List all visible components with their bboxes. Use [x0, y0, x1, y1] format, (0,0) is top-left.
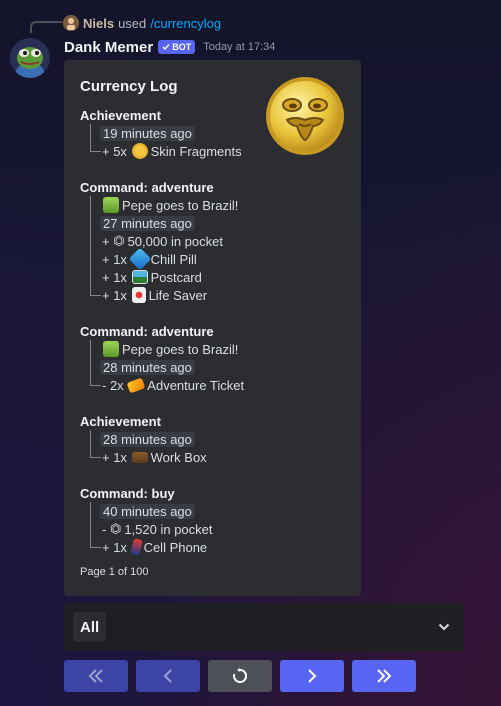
timestamp-tag[interactable]: 19 minutes ago — [100, 125, 195, 141]
line-prefix: + 5x — [102, 143, 127, 159]
pepe-coin-icon[interactable] — [265, 76, 345, 156]
timestamp-tag[interactable]: 28 minutes ago — [100, 359, 195, 375]
item-name: Life Saver — [148, 287, 208, 303]
log-line: + 1x Work Box — [90, 448, 207, 466]
item-name: Work Box — [150, 449, 207, 465]
item-name: Adventure Ticket — [147, 377, 245, 393]
entry-title: Command: adventure — [80, 324, 214, 339]
timestamp-tag[interactable]: 40 minutes ago — [100, 503, 195, 519]
currency-log-embed: Currency Log Achievement 19 minutes ago … — [64, 60, 361, 596]
item-name: Cell Phone — [143, 539, 208, 555]
drink-icon — [103, 197, 119, 213]
embed-footer: Page 1 of 100 — [80, 566, 149, 578]
line-prefix: + 1x — [102, 269, 127, 285]
skin-fragments-icon — [131, 143, 148, 159]
double-chevron-right-icon — [377, 669, 392, 683]
line-prefix: - — [102, 521, 107, 537]
verified-check-icon — [162, 44, 170, 51]
first-page-button[interactable] — [64, 660, 128, 692]
line-prefix: + 1x — [102, 251, 127, 267]
entry-time: 28 minutes ago — [90, 430, 195, 448]
entry-title: Command: buy — [80, 486, 175, 501]
log-line: + 1x Postcard — [90, 268, 202, 286]
item-name: 1,520 in pocket — [124, 521, 213, 537]
log-line: + 1x Cell Phone — [90, 538, 207, 556]
line-prefix: - 2x — [102, 377, 124, 393]
adventure-ticket-icon — [126, 377, 146, 393]
log-line: - 2x Adventure Ticket — [90, 376, 244, 394]
work-box-icon — [131, 451, 148, 463]
coin-icon: ⏣ — [109, 521, 122, 536]
entry-time: 27 minutes ago — [90, 214, 195, 232]
bot-avatar[interactable] — [10, 38, 50, 78]
bot-badge: BOT — [158, 40, 196, 54]
life-saver-icon — [131, 287, 146, 303]
reply-username[interactable]: Niels — [83, 16, 114, 31]
entry-note: Pepe goes to Brazil! — [90, 196, 238, 214]
message-header: Dank Memer BOT Today at 17:34 — [64, 37, 275, 57]
embed-title: Currency Log — [80, 78, 178, 95]
bot-badge-label: BOT — [172, 42, 192, 52]
chevron-down-icon[interactable] — [438, 621, 450, 633]
log-line: - ⏣ 1,520 in pocket — [90, 520, 213, 538]
item-name: Postcard — [150, 269, 202, 285]
line-prefix: + 1x — [102, 287, 127, 303]
drink-icon — [103, 341, 119, 357]
timestamp-tag[interactable]: 27 minutes ago — [100, 215, 195, 231]
refresh-button[interactable] — [208, 660, 272, 692]
select-selected-value[interactable]: All — [73, 612, 107, 642]
user-avatar[interactable] — [63, 15, 79, 31]
entry-note: Pepe goes to Brazil! — [90, 340, 238, 358]
item-name: 50,000 in pocket — [127, 233, 223, 249]
previous-page-button[interactable] — [136, 660, 200, 692]
note-text: Pepe goes to Brazil! — [122, 197, 239, 213]
entry-time: 28 minutes ago — [90, 358, 195, 376]
coin-icon: ⏣ — [113, 233, 125, 248]
filter-select[interactable]: All — [64, 603, 464, 651]
entry-title: Command: adventure — [80, 180, 214, 195]
item-name: Skin Fragments — [150, 143, 242, 159]
line-prefix: + — [102, 233, 110, 249]
line-prefix: + 1x — [102, 539, 127, 555]
bot-name[interactable]: Dank Memer — [64, 39, 153, 56]
reply-context[interactable]: Niels used /currencylog — [63, 14, 221, 32]
line-prefix: + 1x — [102, 449, 127, 465]
chevron-right-icon — [308, 669, 317, 683]
entry-title: Achievement — [80, 414, 161, 429]
last-page-button[interactable] — [352, 660, 416, 692]
reply-used-text: used — [118, 15, 147, 31]
message-timestamp[interactable]: Today at 17:34 — [203, 41, 275, 53]
reply-connector — [30, 21, 62, 33]
note-text: Pepe goes to Brazil! — [122, 341, 239, 357]
log-line: + ⏣ 50,000 in pocket — [90, 232, 223, 250]
cell-phone-icon — [129, 538, 143, 556]
chill-pill-icon — [128, 247, 151, 271]
chevron-left-icon — [163, 669, 172, 683]
reply-command[interactable]: /currencylog — [150, 16, 221, 31]
entry-time: 19 minutes ago — [90, 124, 195, 142]
timestamp-tag[interactable]: 28 minutes ago — [100, 431, 195, 447]
postcard-icon — [131, 270, 148, 284]
next-page-button[interactable] — [280, 660, 344, 692]
double-chevron-left-icon — [88, 669, 103, 683]
log-line: + 1x Chill Pill — [90, 247, 197, 271]
item-name: Chill Pill — [150, 251, 197, 267]
log-line: + 1x Life Saver — [90, 286, 207, 304]
entry-title: Achievement — [80, 108, 161, 123]
entry-time: 40 minutes ago — [90, 502, 195, 520]
log-line: + 5x Skin Fragments — [90, 142, 242, 160]
refresh-icon — [233, 668, 248, 683]
